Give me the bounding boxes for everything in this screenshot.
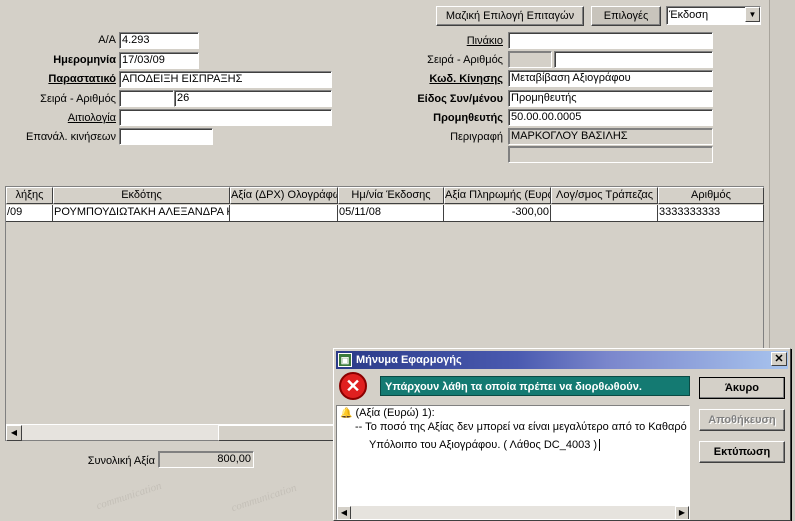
partner-type-label: Είδος Συν/μένου: [417, 93, 503, 105]
cell-bank-account[interactable]: [551, 205, 658, 222]
reason-label[interactable]: Αιτιολογία: [68, 112, 116, 124]
aa-label: Α/Α: [98, 34, 116, 46]
cell-amount-words[interactable]: [230, 205, 338, 222]
table-row[interactable]: /09 ΡΟΥΜΠΟΥΔΙΩΤΑΚΗ ΑΛΕΞΑΝΔΡΑ ΚΑ 05/11/08…: [6, 205, 764, 222]
description-extra-field: [508, 146, 713, 163]
move-code-field[interactable]: Μεταβίβαση Αξιογράφου: [508, 70, 713, 87]
error-item[interactable]: 🔔 (Αξία (Ευρώ) 1):: [340, 407, 435, 419]
scroll-left-icon[interactable]: ◀: [6, 425, 22, 441]
supplier-field[interactable]: 50.00.00.0005: [508, 109, 713, 126]
error-icon: ✕: [339, 372, 367, 400]
repeat-moves-field[interactable]: [119, 128, 213, 145]
watermark-text: communication: [229, 481, 299, 515]
error-item-header: (Αξία (Ευρώ) 1):: [355, 407, 435, 419]
number-field[interactable]: 26: [174, 90, 332, 107]
scroll-right-icon[interactable]: ▶: [675, 506, 689, 519]
table-field[interactable]: [508, 32, 713, 49]
cell-issuer[interactable]: ΡΟΥΜΠΟΥΔΙΩΤΑΚΗ ΑΛΕΞΑΝΔΡΑ ΚΑ: [53, 205, 230, 222]
col-header-expiry[interactable]: λήξης: [6, 187, 53, 204]
action-select[interactable]: Έκδοση ▼: [666, 6, 761, 25]
supplier-label: Προμηθευτής: [433, 112, 503, 124]
description-label: Περιγραφή: [450, 131, 503, 143]
reason-field[interactable]: [119, 109, 332, 126]
cancel-button[interactable]: Άκυρο: [699, 377, 785, 399]
watermark-text: communication: [94, 479, 164, 513]
col-header-number[interactable]: Αριθμός: [658, 187, 764, 204]
save-button[interactable]: Αποθήκευση: [699, 409, 785, 431]
date-label: Ημερομηνία: [53, 54, 116, 66]
move-code-label[interactable]: Κωδ. Κίνησης: [429, 73, 503, 85]
dialog-horizontal-scrollbar[interactable]: ◀ ▶: [337, 505, 689, 519]
col-header-payment-amount[interactable]: Αξία Πληρωμής (Ευρώ): [444, 187, 551, 204]
chevron-down-icon[interactable]: ▼: [745, 7, 760, 22]
repeat-moves-label: Επανάλ. κινήσεων: [26, 131, 116, 143]
scroll-left-icon[interactable]: ◀: [337, 506, 351, 519]
dialog-title-bar[interactable]: ▣ Μήνυμα Εφαρμογής ✕: [336, 351, 788, 369]
action-select-value: Έκδοση: [669, 9, 709, 21]
app-icon: ▣: [338, 353, 352, 367]
right-number-field[interactable]: [554, 51, 713, 68]
col-header-issue-date[interactable]: Ημ/νία Έκδοσης: [338, 187, 444, 204]
aa-field[interactable]: 4.293: [119, 32, 199, 49]
series-number-label: Σειρά - Αριθμός: [40, 93, 116, 105]
partner-type-field[interactable]: Προμηθευτής: [508, 90, 713, 107]
close-icon[interactable]: ✕: [771, 352, 787, 366]
app-message-dialog: ▣ Μήνυμα Εφαρμογής ✕ ✕ Υπάρχουν λάθη τα …: [333, 348, 791, 521]
document-type-label[interactable]: Παραστατικό: [48, 73, 116, 85]
col-header-amount-words[interactable]: Αξία (ΔΡΧ) Ολογράφως: [230, 187, 338, 204]
cell-issue-date[interactable]: 05/11/08: [338, 205, 444, 222]
total-label: Συνολική Αξία: [87, 455, 155, 467]
document-type-field[interactable]: ΑΠΟΔΕΙΞΗ ΕΙΣΠΡΑΞΗΣ: [119, 71, 332, 88]
bell-icon: 🔔: [340, 408, 353, 419]
error-banner: Υπάρχουν λάθη τα οποία πρέπει να διορθωθ…: [380, 376, 690, 396]
error-list[interactable]: 🔔 (Αξία (Ευρώ) 1): -- Το ποσό της Αξίας …: [336, 405, 690, 520]
right-series-field[interactable]: [508, 51, 552, 68]
options-button[interactable]: Επιλογές: [591, 6, 661, 26]
date-field[interactable]: 17/03/09: [119, 52, 199, 69]
cell-expiry[interactable]: /09: [6, 205, 53, 222]
grid-header: λήξης Εκδότης Αξία (ΔΡΧ) Ολογράφως Ημ/νί…: [6, 187, 764, 204]
description-field: ΜΑΡΚΟΓΛΟΥ ΒΑΣΙΛΗΣ: [508, 128, 713, 145]
col-header-issuer[interactable]: Εκδότης: [53, 187, 230, 204]
cell-payment-amount[interactable]: -300,00: [444, 205, 551, 222]
total-value: 800,00: [158, 451, 254, 468]
table-label[interactable]: Πινάκιο: [467, 35, 503, 47]
series-field[interactable]: [119, 90, 174, 107]
right-series-number-label: Σειρά - Αριθμός: [427, 54, 503, 66]
col-header-bank-account[interactable]: Λογ/σμος Τράπεζας: [551, 187, 658, 204]
bulk-select-checks-button[interactable]: Μαζική Επιλογή Επιταγών: [436, 6, 584, 26]
error-line-1: -- Το ποσό της Αξίας δεν μπορεί να είναι…: [355, 421, 687, 433]
dialog-title: Μήνυμα Εφαρμογής: [356, 354, 462, 366]
print-button[interactable]: Εκτύπωση: [699, 441, 785, 463]
cell-number[interactable]: 3333333333: [658, 205, 764, 222]
error-line-2: Υπόλοιπο του Αξιογράφου. ( Λάθος DC_4003…: [369, 439, 601, 451]
